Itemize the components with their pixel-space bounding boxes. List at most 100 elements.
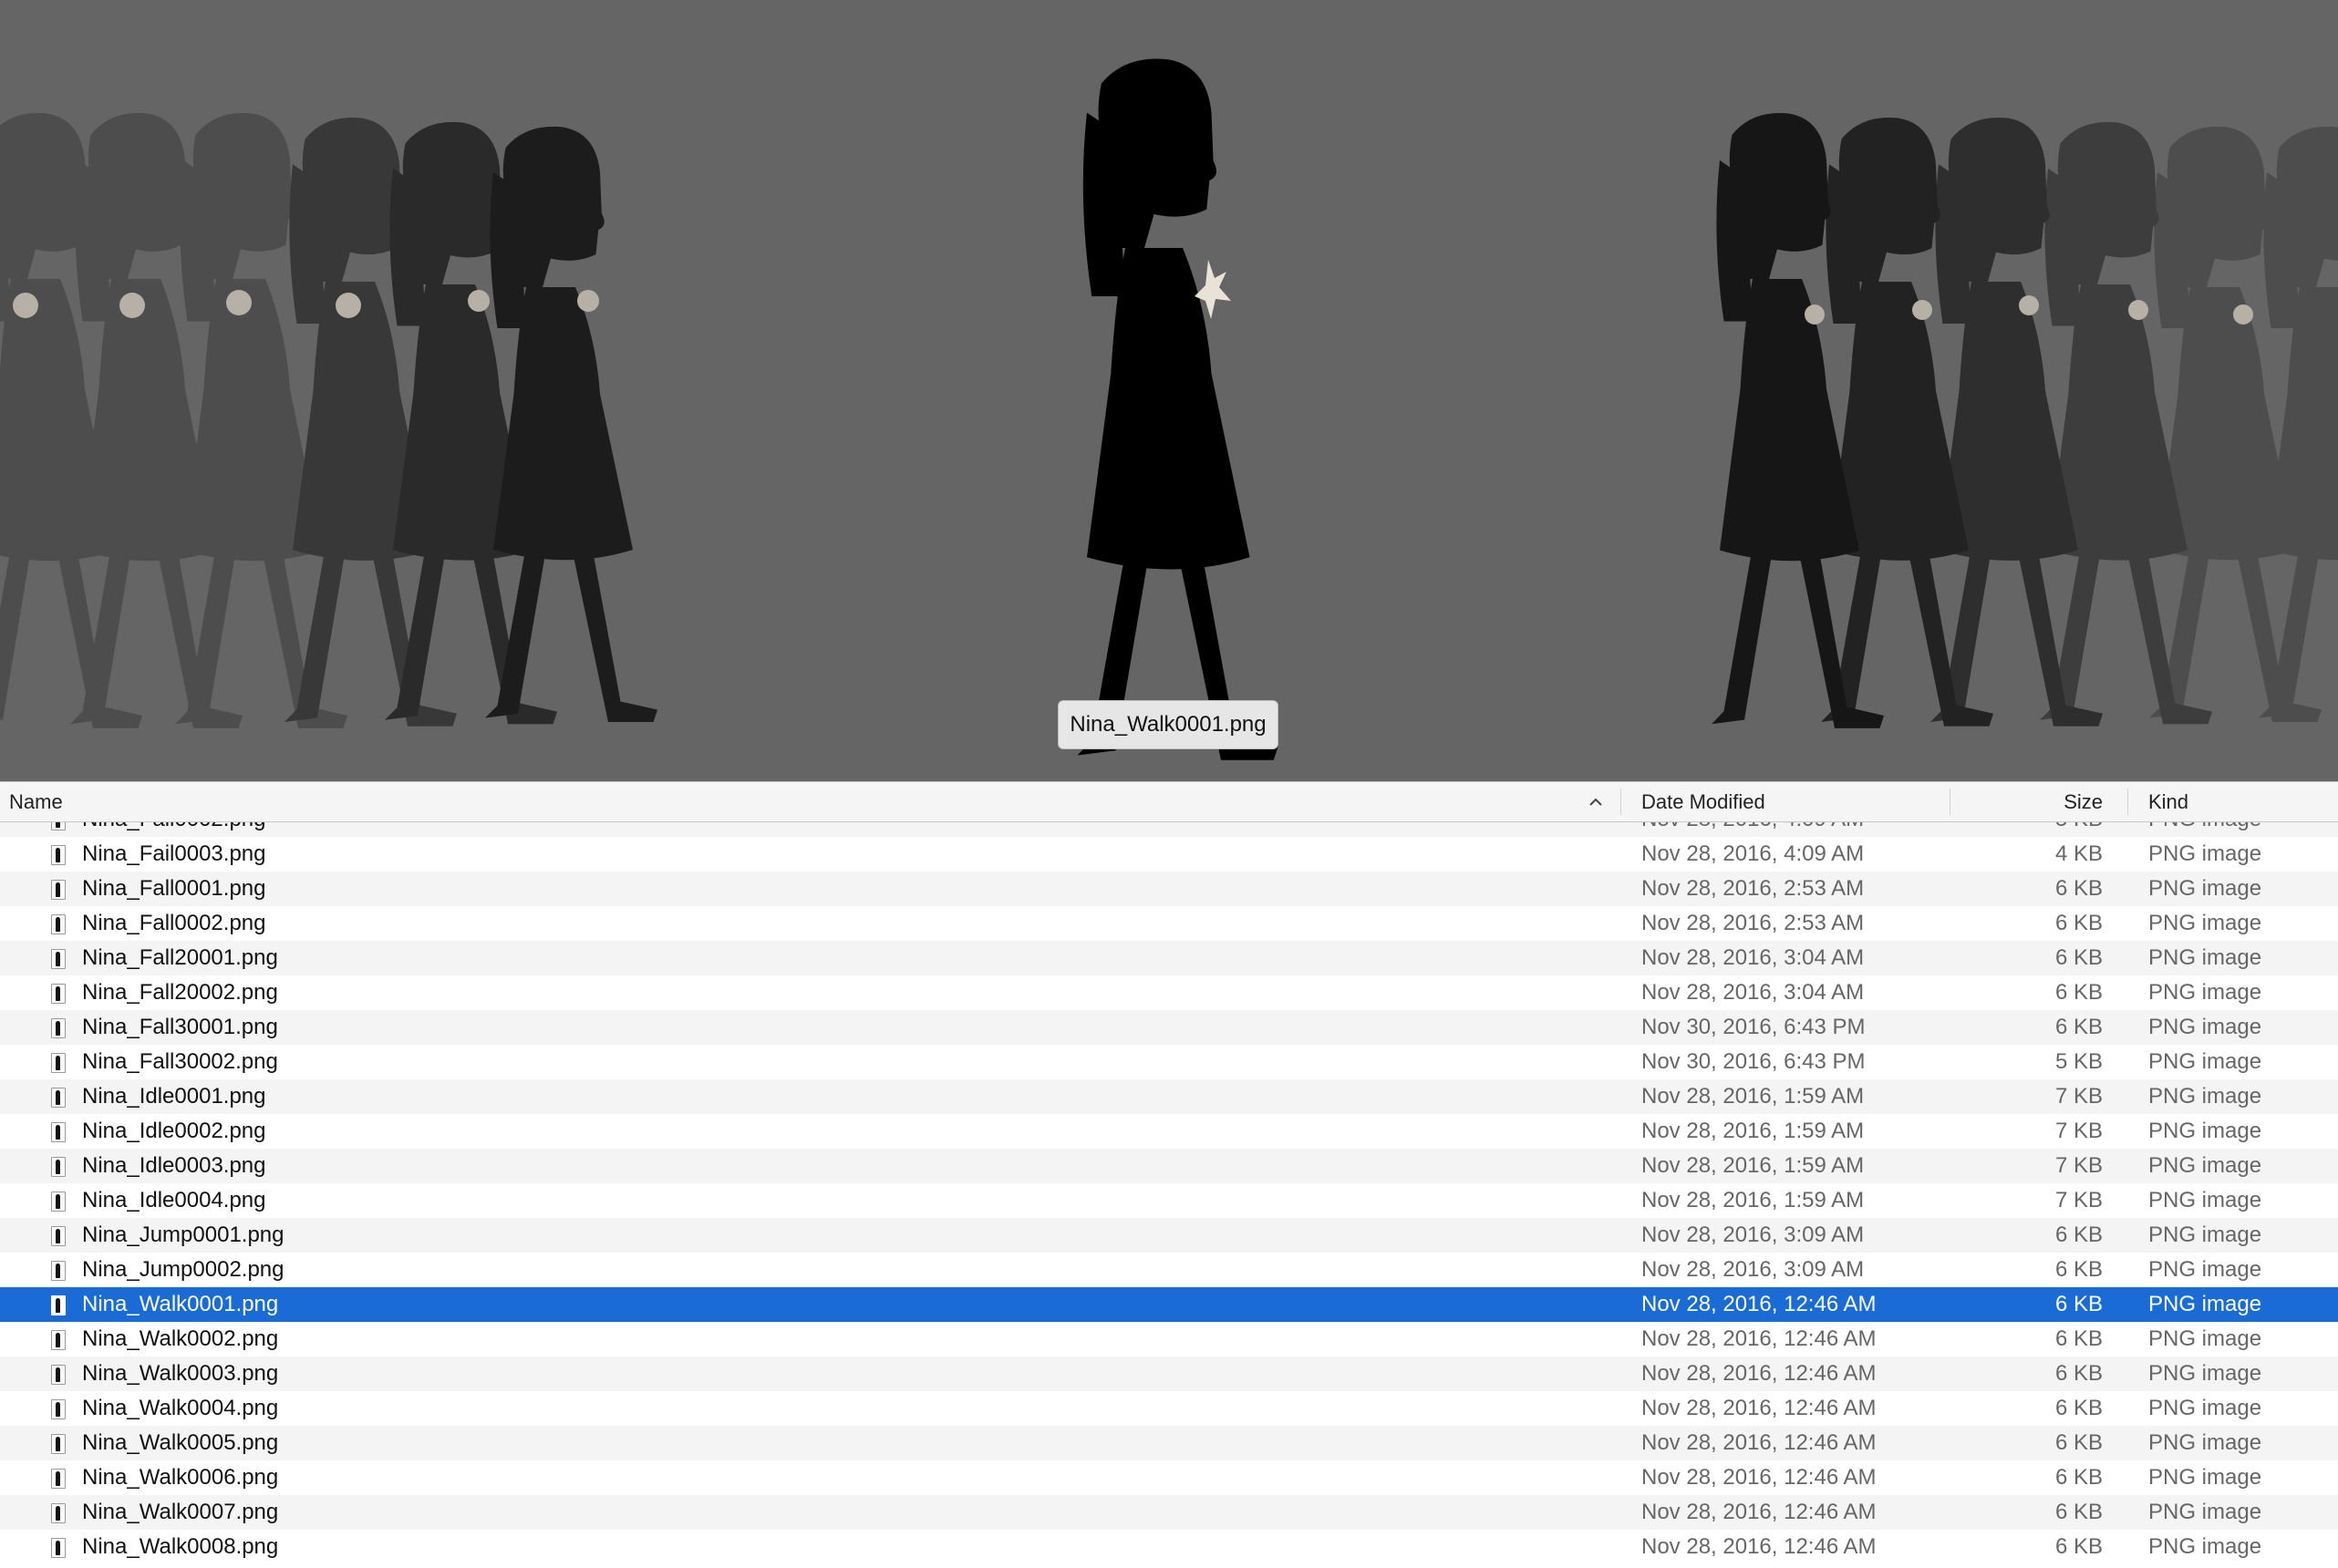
file-row[interactable]: Nina_Walk0004.png Nov 28, 2016, 12:46 AM 6… bbox=[0, 1391, 2338, 1426]
file-kind: PNG image bbox=[2148, 1500, 2262, 1524]
file-date-modified: Nov 28, 2016, 12:46 AM bbox=[1641, 1465, 1877, 1490]
file-row[interactable]: Nina_Walk0003.png Nov 28, 2016, 12:46 AM 6… bbox=[0, 1357, 2338, 1391]
file-row[interactable]: Nina_Fall30001.png Nov 30, 2016, 6:43 PM 6… bbox=[0, 1010, 2338, 1045]
file-row[interactable]: Nina_Jump0002.png Nov 28, 2016, 3:09 AM 6 … bbox=[0, 1253, 2338, 1287]
file-size: 6 KB bbox=[2054, 1396, 2103, 1420]
file-date-modified: Nov 28, 2016, 2:53 AM bbox=[1641, 876, 1865, 901]
file-date-modified: Nov 28, 2016, 3:04 AM bbox=[1641, 980, 1865, 1005]
file-list[interactable]: Nina_Fall0002.png Nov 28, 2016, 4:09 AM 5 … bbox=[0, 822, 2338, 1568]
file-name: Nina_Walk0007.png bbox=[82, 1500, 279, 1524]
file-row[interactable]: Nina_Fail0003.png Nov 28, 2016, 4:09 AM 4 … bbox=[0, 837, 2338, 872]
file-row[interactable]: Nina_Walk0006.png Nov 28, 2016, 12:46 AM 6… bbox=[0, 1460, 2338, 1495]
file-size: 6 KB bbox=[2054, 1222, 2103, 1247]
png-file-icon bbox=[51, 1053, 66, 1073]
file-date-modified: Nov 28, 2016, 1:59 AM bbox=[1641, 1188, 1865, 1212]
file-kind: PNG image bbox=[2148, 841, 2262, 866]
file-name: Nina_Walk0003.png bbox=[82, 1361, 279, 1386]
column-header-name[interactable]: Name bbox=[9, 782, 63, 821]
chevron-up-icon[interactable] bbox=[1587, 793, 1605, 811]
file-size: 5 KB bbox=[2054, 1049, 2103, 1074]
png-file-icon bbox=[51, 1330, 66, 1350]
file-size: 7 KB bbox=[2054, 1188, 2103, 1212]
file-date-modified: Nov 28, 2016, 4:09 AM bbox=[1641, 822, 1864, 837]
file-name: Nina_Idle0003.png bbox=[82, 1153, 266, 1178]
file-date-modified: Nov 28, 2016, 3:09 AM bbox=[1641, 1257, 1865, 1282]
file-kind: PNG image bbox=[2148, 1430, 2262, 1455]
file-kind: PNG image bbox=[2148, 1292, 2262, 1316]
file-size: 4 KB bbox=[2054, 841, 2103, 866]
file-row[interactable]: Nina_Idle0001.png Nov 28, 2016, 1:59 AM 7 … bbox=[0, 1079, 2338, 1114]
file-name: Nina_Idle0001.png bbox=[82, 1084, 266, 1109]
png-file-icon bbox=[51, 845, 66, 865]
file-name: Nina_Walk0004.png bbox=[82, 1396, 279, 1420]
finder-window: Nina_Walk0001.png Name Date Modified Siz… bbox=[0, 0, 2338, 1568]
file-row[interactable]: Nina_Jump0001.png Nov 28, 2016, 3:09 AM 6 … bbox=[0, 1218, 2338, 1253]
file-date-modified: Nov 28, 2016, 12:46 AM bbox=[1641, 1361, 1877, 1386]
column-header-size[interactable]: Size bbox=[1988, 782, 2103, 821]
file-name: Nina_Fall20002.png bbox=[82, 980, 278, 1005]
file-date-modified: Nov 30, 2016, 6:43 PM bbox=[1641, 1015, 1866, 1039]
file-row[interactable]: Nina_Fall0002.png Nov 28, 2016, 4:09 AM 5 … bbox=[0, 822, 2338, 837]
file-row[interactable]: Nina_Idle0002.png Nov 28, 2016, 1:59 AM 7 … bbox=[0, 1114, 2338, 1149]
file-name: Nina_Fail0003.png bbox=[82, 841, 266, 866]
png-file-icon bbox=[51, 1295, 66, 1315]
file-name: Nina_Jump0002.png bbox=[82, 1257, 284, 1282]
png-file-icon bbox=[51, 1399, 66, 1419]
cover-flow-stage bbox=[0, 58, 2338, 760]
file-kind: PNG image bbox=[2148, 1396, 2262, 1420]
file-size: 6 KB bbox=[2054, 1361, 2103, 1386]
png-file-icon bbox=[51, 1226, 66, 1246]
png-file-icon bbox=[51, 1365, 66, 1385]
column-divider[interactable] bbox=[2127, 789, 2128, 815]
column-header-kind[interactable]: Kind bbox=[2148, 782, 2188, 821]
file-name: Nina_Walk0001.png bbox=[82, 1292, 279, 1316]
file-row-selected[interactable]: Nina_Walk0001.png Nov 28, 2016, 12:46 AM 6… bbox=[0, 1287, 2338, 1322]
file-kind: PNG image bbox=[2148, 1153, 2262, 1178]
png-file-icon bbox=[51, 880, 66, 900]
file-row[interactable]: Nina_Idle0003.png Nov 28, 2016, 1:59 AM 7 … bbox=[0, 1149, 2338, 1183]
column-divider[interactable] bbox=[1620, 789, 1621, 815]
file-size: 6 KB bbox=[2054, 1292, 2103, 1316]
file-row[interactable]: Nina_Walk0008.png Nov 28, 2016, 12:46 AM 6… bbox=[0, 1530, 2338, 1564]
file-row[interactable]: Nina_Fall30002.png Nov 30, 2016, 6:43 PM 5… bbox=[0, 1045, 2338, 1079]
png-file-icon bbox=[51, 822, 66, 830]
png-file-icon bbox=[51, 984, 66, 1004]
png-file-icon bbox=[51, 914, 66, 934]
file-size: 7 KB bbox=[2054, 1119, 2103, 1143]
file-size: 6 KB bbox=[2054, 911, 2103, 935]
file-date-modified: Nov 28, 2016, 12:46 AM bbox=[1641, 1430, 1877, 1455]
cover-flow-preview[interactable]: Nina_Walk0001.png bbox=[0, 0, 2338, 781]
file-size: 7 KB bbox=[2054, 1084, 2103, 1109]
file-date-modified: Nov 28, 2016, 1:59 AM bbox=[1641, 1153, 1865, 1178]
file-row[interactable]: Nina_Idle0004.png Nov 28, 2016, 1:59 AM 7 … bbox=[0, 1183, 2338, 1218]
file-row[interactable]: Nina_Fall0001.png Nov 28, 2016, 2:53 AM 6 … bbox=[0, 872, 2338, 906]
file-date-modified: Nov 28, 2016, 12:46 AM bbox=[1641, 1292, 1877, 1316]
file-kind: PNG image bbox=[2148, 1015, 2262, 1039]
file-kind: PNG image bbox=[2148, 945, 2262, 970]
file-kind: PNG image bbox=[2148, 1119, 2262, 1143]
file-size: 6 KB bbox=[2054, 1500, 2103, 1524]
column-header-date-modified[interactable]: Date Modified bbox=[1641, 782, 1765, 821]
file-kind: PNG image bbox=[2148, 876, 2262, 901]
file-date-modified: Nov 28, 2016, 3:04 AM bbox=[1641, 945, 1865, 970]
file-kind: PNG image bbox=[2148, 1361, 2262, 1386]
file-row[interactable]: Nina_Walk0002.png Nov 28, 2016, 12:46 AM 6… bbox=[0, 1322, 2338, 1357]
file-size: 6 KB bbox=[2054, 1257, 2103, 1282]
file-size: 5 KB bbox=[1988, 822, 2103, 837]
file-row[interactable]: Nina_Walk0005.png Nov 28, 2016, 12:46 AM 6… bbox=[0, 1426, 2338, 1460]
file-name: Nina_Fall0002.png bbox=[82, 822, 265, 837]
file-row[interactable]: Nina_Walk0007.png Nov 28, 2016, 12:46 AM 6… bbox=[0, 1495, 2338, 1530]
cover-center-image[interactable] bbox=[1077, 58, 1279, 760]
file-row[interactable]: Nina_Fall20001.png Nov 28, 2016, 3:04 AM 6… bbox=[0, 941, 2338, 975]
png-file-icon bbox=[51, 1261, 66, 1281]
file-name: Nina_Jump0001.png bbox=[82, 1222, 284, 1247]
file-size: 6 KB bbox=[2054, 980, 2103, 1005]
file-list-content: Nina_Fall0002.png Nov 28, 2016, 4:09 AM 5 … bbox=[0, 822, 2338, 1564]
file-row[interactable]: Nina_Fall0002.png Nov 28, 2016, 2:53 AM 6 … bbox=[0, 906, 2338, 941]
file-size: 6 KB bbox=[2054, 1465, 2103, 1490]
list-header: Name Date Modified Size Kind bbox=[0, 781, 2338, 822]
png-file-icon bbox=[51, 1538, 66, 1558]
file-kind: PNG image bbox=[2148, 911, 2262, 935]
file-date-modified: Nov 28, 2016, 12:46 AM bbox=[1641, 1500, 1877, 1524]
file-row[interactable]: Nina_Fall20002.png Nov 28, 2016, 3:04 AM 6… bbox=[0, 975, 2338, 1010]
